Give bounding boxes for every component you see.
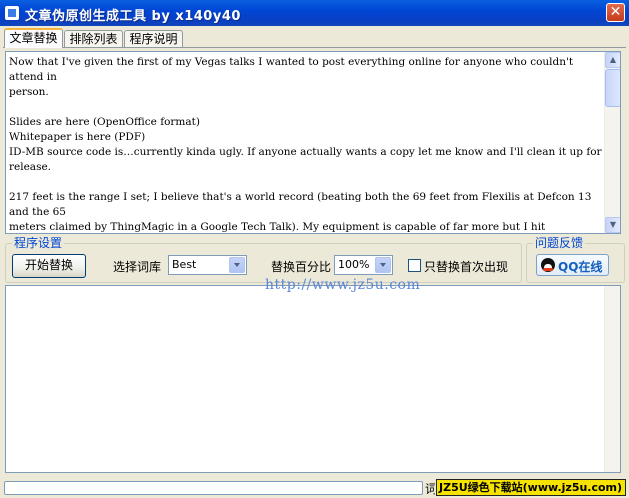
watermark-url: http://www.jz5u.com	[265, 277, 421, 293]
first-only-checkbox[interactable]	[408, 259, 421, 272]
qq-penguin-icon	[541, 258, 555, 272]
chevron-down-icon[interactable]	[375, 257, 391, 273]
settings-group-title: 程序设置	[12, 236, 65, 250]
output-scrollbar[interactable]	[604, 286, 620, 472]
tab-article-replace[interactable]: 文章替换	[4, 28, 63, 48]
replace-percent-select[interactable]: 100%	[334, 255, 393, 275]
output-text-area[interactable]	[5, 285, 621, 473]
chevron-down-icon[interactable]	[229, 257, 245, 273]
first-only-label[interactable]: 只替换首次出现	[424, 258, 508, 275]
source-text-area[interactable]: Now that I've given the first of my Vega…	[5, 51, 621, 234]
tab-panel-border	[3, 47, 626, 48]
title-bar: 文章伪原创生成工具 by x140y40 ✕	[0, 0, 629, 26]
scroll-thumb[interactable]	[605, 69, 620, 107]
qq-online-button[interactable]: QQ在线	[536, 254, 609, 276]
source-scrollbar[interactable]: ▲ ▼	[604, 52, 620, 233]
replace-percent-label: 替换百分比	[271, 260, 331, 274]
feedback-group-title: 问题反馈	[533, 236, 586, 250]
window-title: 文章伪原创生成工具 by x140y40	[25, 9, 241, 24]
tab-exclude-list[interactable]: 排除列表	[64, 30, 123, 47]
scroll-up-arrow-icon[interactable]: ▲	[605, 52, 620, 68]
status-progress-field	[4, 481, 423, 495]
close-button[interactable]: ✕	[606, 3, 625, 22]
start-replace-button[interactable]: 开始替换	[12, 254, 86, 278]
scroll-down-arrow-icon[interactable]: ▼	[605, 217, 620, 233]
word-library-value: Best	[172, 258, 197, 271]
tab-program-help[interactable]: 程序说明	[124, 30, 183, 47]
word-library-select[interactable]: Best	[168, 255, 247, 275]
download-site-banner: JZ5U绿色下载站(www.jz5u.com)	[436, 479, 626, 496]
status-label: 词	[425, 482, 435, 496]
replace-percent-value: 100%	[338, 258, 370, 271]
source-text[interactable]: Now that I've given the first of my Vega…	[9, 55, 603, 233]
qq-online-label: QQ在线	[558, 260, 603, 274]
document-icon	[5, 6, 19, 20]
word-library-label: 选择词库	[113, 260, 161, 274]
